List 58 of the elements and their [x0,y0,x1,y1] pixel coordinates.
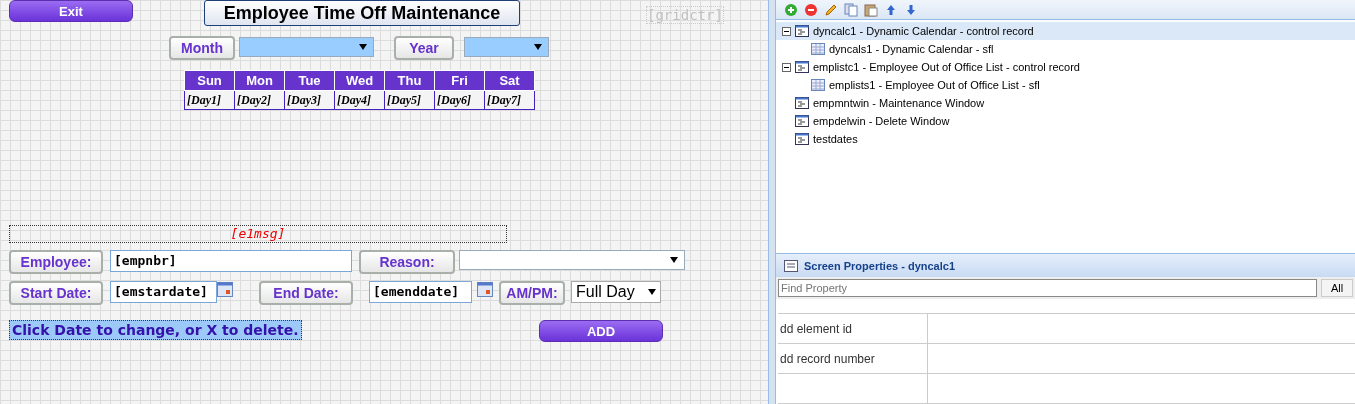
ampm-label[interactable]: AM/PM: [499,281,565,305]
calendar-header: Tue [284,70,335,91]
property-name: dd element id [778,314,928,343]
year-label[interactable]: Year [394,36,454,60]
end-date-field[interactable]: [emenddate] [369,281,472,303]
reason-dropdown[interactable] [459,250,685,270]
tree-item[interactable]: emplistc1 - Employee Out of Office List - control record [776,58,1355,77]
end-date-label[interactable]: End Date: [259,281,353,305]
employee-field[interactable]: [empnbr] [110,250,352,272]
collapse-icon[interactable] [782,26,791,36]
tree-item[interactable]: empdelwin - Delete Window [776,112,1355,131]
caret-icon [359,44,367,50]
all-button[interactable]: All [1321,279,1353,297]
calendar-header: Sat [484,70,535,91]
arrow-down-icon[interactable] [904,2,918,17]
hint-text: Click Date to change, or X to delete. [9,320,302,340]
calendar-icon[interactable] [477,281,493,297]
calendar-header: Thu [384,70,435,91]
start-date-label[interactable]: Start Date: [9,281,103,305]
add-button[interactable]: ADD [539,320,663,342]
tree-item[interactable]: empmntwin - Maintenance Window [776,94,1355,113]
panel-icon [784,259,798,272]
month-label[interactable]: Month [169,36,235,60]
grid-icon [811,79,825,92]
start-date-field[interactable]: [emstardate] [110,281,217,303]
tree-item[interactable]: dyncals1 - Dynamic Calendar - sfl [776,40,1355,59]
exit-button[interactable]: Exit [9,0,133,22]
reason-label[interactable]: Reason: [359,250,455,274]
property-name: dd record number [778,344,928,373]
tree-item[interactable]: emplists1 - Employee Out of Office List - sfl [776,76,1355,95]
find-property-field[interactable]: Find Property [778,279,1317,297]
calendar-header: Sun [184,70,235,91]
remove-icon[interactable] [804,2,818,17]
pencil-icon[interactable] [824,2,838,17]
caret-icon [670,257,678,263]
screen-title: Employee Time Off Maintenance [204,0,520,26]
form-icon [795,25,809,38]
paste-icon[interactable] [864,2,878,17]
grid-icon [811,43,825,56]
add-icon[interactable] [784,2,798,17]
copy-icon[interactable] [844,2,858,17]
error-message: [e1msg] [9,225,507,243]
caret-icon [648,289,656,295]
calendar-icon[interactable] [217,281,233,297]
form-icon [795,61,809,74]
caret-icon [534,44,542,50]
employee-label[interactable]: Employee: [9,250,103,274]
panel-title: Screen Properties - dyncalc1 [804,259,955,272]
tree-item[interactable]: dyncalc1 - Dynamic Calendar - control record [776,22,1355,41]
tree-item[interactable]: testdates [776,130,1355,149]
form-icon [795,97,809,110]
calendar-header: Wed [334,70,385,91]
calendar-header: Mon [234,70,285,91]
collapse-icon[interactable] [782,62,791,72]
ampm-dropdown[interactable]: Full Day [571,281,661,303]
form-icon [795,115,809,128]
calendar-header: Fri [434,70,485,91]
form-icon [795,133,809,146]
